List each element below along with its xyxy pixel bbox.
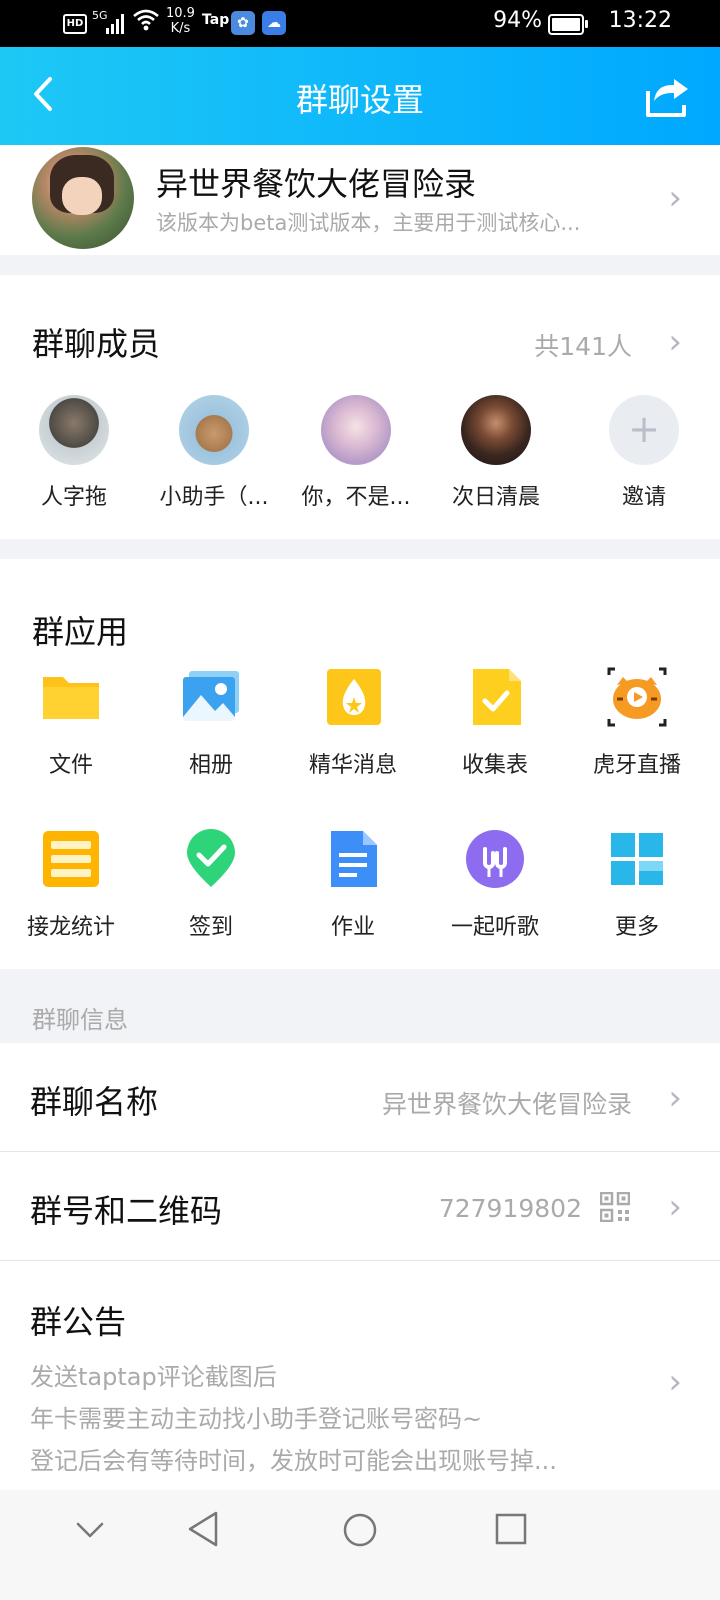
- app-album[interactable]: 相册: [146, 665, 276, 779]
- app-homework[interactable]: 作业: [288, 827, 418, 941]
- homework-icon: [321, 827, 385, 891]
- group-name-label: 群聊名称: [30, 1083, 159, 1121]
- hd-indicator: HD: [63, 14, 87, 34]
- avatar: [461, 395, 531, 465]
- section-label-info: 群聊信息: [32, 1006, 128, 1034]
- back-triangle-icon[interactable]: [186, 1510, 220, 1552]
- chevron-right-icon: ›: [668, 1362, 682, 1402]
- chevron-right-icon: ›: [668, 1187, 682, 1227]
- group-name: 异世界餐饮大佬冒险录: [156, 165, 477, 203]
- group-name-value: 异世界餐饮大佬冒险录: [381, 1090, 632, 1119]
- page-title: 群聊设置: [295, 81, 424, 119]
- notice-line: 登记后会有等待时间，发放时可能会出现账号掉...: [30, 1447, 557, 1475]
- group-notice-label: 群公告: [30, 1303, 127, 1341]
- group-id-row[interactable]: 群号和二维码 727919802 ›: [0, 1152, 720, 1260]
- group-id-value: 727919802: [438, 1194, 582, 1223]
- chevron-right-icon: ›: [668, 178, 682, 218]
- folder-icon: [39, 665, 103, 729]
- app-essence[interactable]: 精华消息: [288, 665, 418, 779]
- home-circle-icon[interactable]: [342, 1512, 378, 1552]
- huya-icon: [605, 665, 669, 729]
- app-more[interactable]: 更多: [572, 827, 702, 941]
- notification-app-icon: ✿: [231, 11, 255, 35]
- group-name-row[interactable]: 群聊名称 异世界餐饮大佬冒险录 ›: [0, 1043, 720, 1151]
- app-files[interactable]: 文件: [6, 665, 136, 779]
- group-description: 该版本为beta测试版本，主要用于测试核心...: [156, 211, 581, 235]
- group-profile[interactable]: 异世界餐饮大佬冒险录 该版本为beta测试版本，主要用于测试核心... ›: [0, 145, 720, 255]
- share-icon: [646, 79, 688, 117]
- essence-icon: [321, 665, 385, 729]
- signal-icon: [106, 12, 128, 34]
- notice-line: 年卡需要主动主动找小助手登记账号密码~: [30, 1405, 483, 1433]
- list-icon: [39, 827, 103, 891]
- member-item[interactable]: 小助手（...: [154, 395, 274, 511]
- invite-label: 邀请: [621, 485, 666, 510]
- chevron-down-icon[interactable]: [74, 1518, 106, 1546]
- avatar: [39, 395, 109, 465]
- app-form[interactable]: 收集表: [430, 665, 560, 779]
- app-checkin[interactable]: 签到: [146, 827, 276, 941]
- avatar: [179, 395, 249, 465]
- apps-title: 群应用: [32, 613, 129, 651]
- app-huya[interactable]: 虎牙直播: [572, 665, 702, 779]
- group-notice-row[interactable]: 群公告 发送taptap评论截图后 年卡需要主动主动找小助手登记账号密码~ 登记…: [0, 1261, 720, 1490]
- qr-code-icon: [599, 1191, 631, 1226]
- group-apps-section: 群应用 文件 相册 精华消息 收集表 虎牙直播 接龙统计 签到 作业 一起听歌 …: [0, 559, 720, 969]
- status-bar: HD 5G 10.9 K/s Tap ✿ ☁ 94% 13:22: [0, 0, 720, 47]
- member-name: 你，不是...: [301, 485, 411, 510]
- member-item[interactable]: 你，不是...: [296, 395, 416, 511]
- group-id-label: 群号和二维码: [30, 1192, 223, 1230]
- members-title: 群聊成员: [32, 325, 161, 363]
- clock: 13:22: [608, 8, 672, 33]
- avatar: [321, 395, 391, 465]
- members-count[interactable]: 共141人: [534, 327, 632, 363]
- invite-button[interactable]: + 邀请: [584, 395, 704, 511]
- network-speed: 10.9 K/s: [166, 6, 195, 36]
- cloud-app-icon: ☁: [262, 11, 286, 35]
- chevron-right-icon: ›: [668, 1078, 682, 1118]
- group-avatar: [32, 147, 134, 249]
- system-nav-bar: [0, 1490, 720, 1600]
- check-in-icon: [179, 827, 243, 891]
- battery-percent: 94%: [493, 8, 542, 33]
- member-name: 次日清晨: [451, 485, 540, 510]
- member-item[interactable]: 人字拖: [14, 395, 134, 511]
- wifi-icon: [132, 6, 160, 40]
- plus-icon: +: [609, 395, 679, 465]
- member-name: 人字拖: [40, 485, 107, 510]
- app-header: 群聊设置: [0, 47, 720, 145]
- photo-album-icon: [179, 665, 243, 729]
- notice-line: 发送taptap评论截图后: [30, 1363, 277, 1391]
- members-section: 群聊成员 共141人 › 人字拖 小助手（... 你，不是... 次日清晨 + …: [0, 275, 720, 539]
- tap-app-icon: Tap: [202, 12, 230, 28]
- share-button[interactable]: [644, 75, 692, 119]
- chevron-right-icon[interactable]: ›: [668, 325, 682, 359]
- app-listen-together[interactable]: 一起听歌: [430, 827, 560, 941]
- form-icon: [463, 665, 527, 729]
- battery-icon: [548, 14, 588, 35]
- app-relay[interactable]: 接龙统计: [6, 827, 136, 941]
- headphones-icon: [463, 827, 527, 891]
- member-item[interactable]: 次日清晨: [436, 395, 556, 511]
- recent-square-icon[interactable]: [494, 1512, 528, 1550]
- member-name: 小助手（...: [159, 485, 269, 510]
- grid-icon: [605, 827, 669, 891]
